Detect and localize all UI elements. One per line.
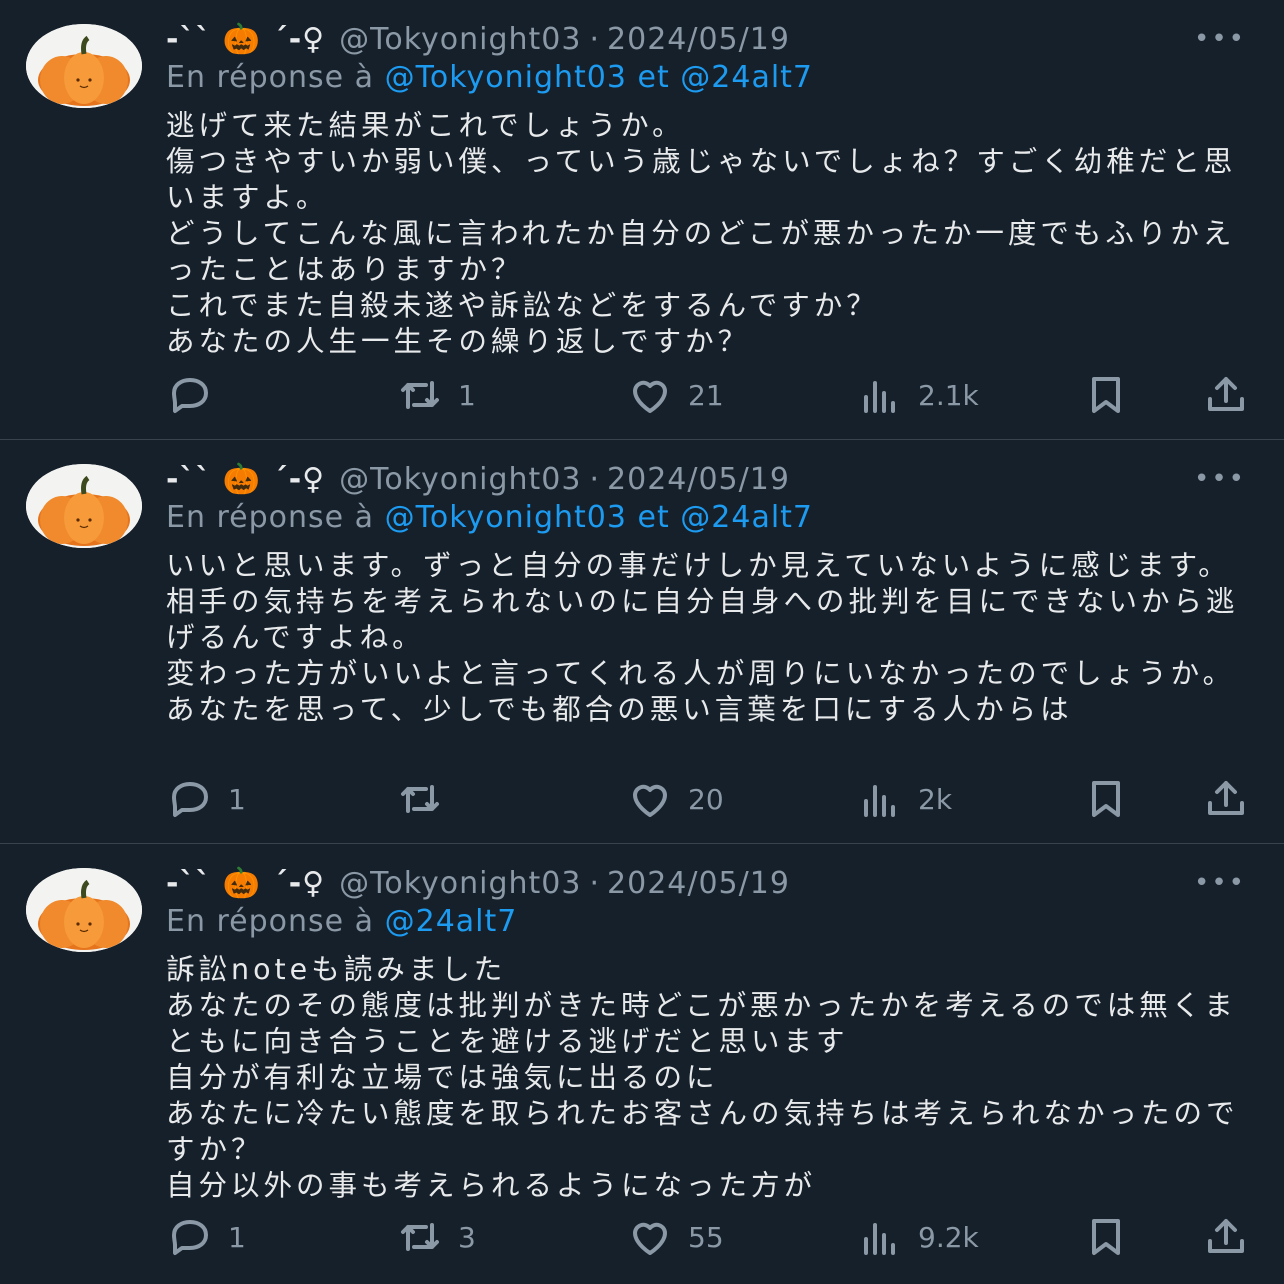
share-button[interactable]: [1202, 1212, 1250, 1262]
reply-button[interactable]: 1: [166, 774, 246, 824]
bookmark-button[interactable]: [1082, 370, 1130, 420]
bookmark-icon: [1092, 377, 1120, 413]
like-count: 21: [688, 378, 724, 412]
mention-link[interactable]: @24alt7: [385, 904, 518, 939]
like-button[interactable]: 21: [626, 370, 724, 420]
reply-prefix: En réponse à: [166, 904, 375, 939]
tweet[interactable]: -`` 🎃 ´-♀︎ @Tokyonight03 · 2024/05/19 ••…: [0, 0, 1284, 440]
tweet-header: -`` 🎃 ´-♀︎ @Tokyonight03 · 2024/05/19 ••…: [166, 18, 1260, 60]
reply-prefix: En réponse à: [166, 60, 375, 95]
action-bar: 1 3 55 9.2k: [166, 1212, 1256, 1262]
bookmark-button[interactable]: [1082, 774, 1130, 824]
views-count: 2k: [918, 782, 953, 816]
retweet-button[interactable]: 1: [396, 370, 476, 420]
like-icon: [633, 784, 667, 817]
tweet-text: いいと思います。ずっと自分の事だけしか見えていないように感じます。相手の気持ちを…: [166, 549, 1239, 726]
reply-context: En réponse à @24alt7: [166, 904, 517, 939]
reply-icon: [172, 782, 208, 817]
tweet-header: -`` 🎃 ´-♀︎ @Tokyonight03 · 2024/05/19 ••…: [166, 862, 1260, 904]
retweet-count: 1: [458, 378, 476, 412]
mention-link[interactable]: @Tokyonight03: [385, 60, 627, 95]
views-icon: [864, 381, 895, 413]
mention-link[interactable]: @24alt7: [680, 500, 813, 535]
like-button[interactable]: 55: [626, 1212, 724, 1262]
bookmark-icon: [1092, 1219, 1120, 1255]
reply-button[interactable]: 1: [166, 1212, 246, 1262]
views-icon: [864, 1223, 895, 1255]
reply-count: 1: [228, 1220, 246, 1254]
tweet[interactable]: -`` 🎃 ´-♀︎ @Tokyonight03 · 2024/05/19 ••…: [0, 440, 1284, 844]
display-name[interactable]: -`` 🎃 ´-♀︎: [166, 462, 325, 497]
reply-icon: [172, 1220, 208, 1255]
retweet-button[interactable]: [396, 774, 458, 824]
views-count: 9.2k: [918, 1220, 979, 1254]
like-icon: [633, 1222, 667, 1255]
views-button[interactable]: 9.2k: [856, 1212, 979, 1262]
reply-button[interactable]: [166, 370, 228, 420]
bookmark-button[interactable]: [1082, 1212, 1130, 1262]
more-icon[interactable]: •••: [1194, 18, 1244, 60]
action-bar: 1 21 2.1k: [166, 370, 1256, 420]
reply-count: 1: [228, 782, 246, 816]
display-name[interactable]: -`` 🎃 ´-♀︎: [166, 866, 325, 901]
separator: ·: [589, 865, 600, 901]
share-button[interactable]: [1202, 774, 1250, 824]
share-icon: [1208, 377, 1244, 411]
avatar[interactable]: [26, 464, 142, 548]
action-bar: 1 20 2k: [166, 774, 1256, 824]
mention-link[interactable]: @24alt7: [680, 60, 813, 95]
retweet-button[interactable]: 3: [396, 1212, 476, 1262]
retweet-icon: [401, 785, 439, 813]
tweet-date[interactable]: 2024/05/19: [607, 462, 790, 497]
retweet-count: 3: [458, 1220, 476, 1254]
separator: ·: [589, 21, 600, 57]
user-handle[interactable]: @Tokyonight03: [339, 866, 581, 901]
share-icon: [1208, 781, 1244, 815]
like-button[interactable]: 20: [626, 774, 724, 824]
tweet-date[interactable]: 2024/05/19: [607, 22, 790, 57]
bookmark-icon: [1092, 781, 1120, 817]
tweet-text: 訴訟noteも読みました あなたのその態度は批判がきた時どこが悪かったかを考える…: [166, 953, 1239, 1202]
like-icon: [633, 380, 667, 413]
avatar[interactable]: [26, 868, 142, 952]
reply-context: En réponse à @Tokyonight03 et @24alt7: [166, 500, 813, 535]
separator: ·: [589, 461, 600, 497]
tweet[interactable]: -`` 🎃 ´-♀︎ @Tokyonight03 · 2024/05/19 ••…: [0, 844, 1284, 1284]
display-name[interactable]: -`` 🎃 ´-♀︎: [166, 22, 325, 57]
share-button[interactable]: [1202, 370, 1250, 420]
mention-link[interactable]: @Tokyonight03: [385, 500, 627, 535]
user-handle[interactable]: @Tokyonight03: [339, 462, 581, 497]
reply-icon: [172, 378, 208, 413]
views-button[interactable]: 2.1k: [856, 370, 979, 420]
reply-and: et: [637, 60, 670, 95]
views-icon: [864, 785, 895, 817]
more-icon[interactable]: •••: [1194, 862, 1244, 904]
views-count: 2.1k: [918, 378, 979, 412]
like-count: 55: [688, 1220, 724, 1254]
reply-and: et: [637, 500, 670, 535]
tweet-header: -`` 🎃 ´-♀︎ @Tokyonight03 · 2024/05/19 ••…: [166, 458, 1260, 500]
reply-prefix: En réponse à: [166, 500, 375, 535]
user-handle[interactable]: @Tokyonight03: [339, 22, 581, 57]
avatar[interactable]: [26, 24, 142, 108]
retweet-icon: [401, 381, 439, 409]
reply-context: En réponse à @Tokyonight03 et @24alt7: [166, 60, 813, 95]
tweet-text: 逃げて来た結果がこれでしょうか。 傷つきやすいか弱い僕、っていう歳じゃないでしょ…: [166, 109, 1237, 358]
retweet-icon: [401, 1223, 439, 1251]
views-button[interactable]: 2k: [856, 774, 952, 824]
share-icon: [1208, 1219, 1244, 1253]
more-icon[interactable]: •••: [1194, 458, 1244, 500]
like-count: 20: [688, 782, 724, 816]
tweet-date[interactable]: 2024/05/19: [607, 866, 790, 901]
